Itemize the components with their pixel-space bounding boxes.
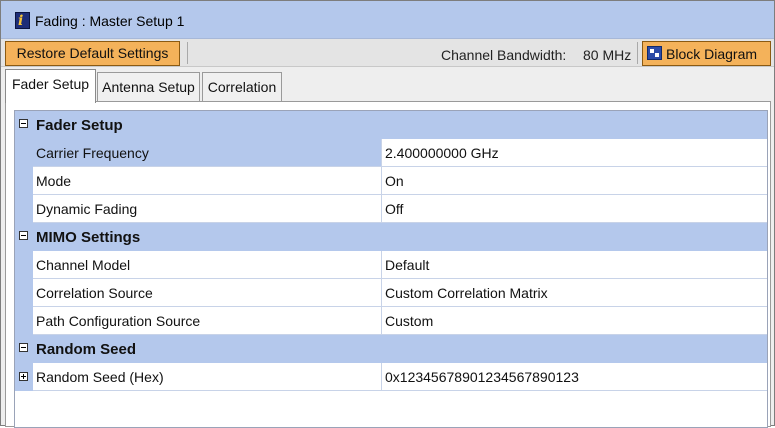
row-gutter [15, 139, 33, 167]
row-gutter [15, 279, 33, 307]
category-label: MIMO Settings [36, 229, 141, 246]
channel-bandwidth-label: Channel Bandwidth: [441, 47, 567, 63]
collapse-icon[interactable] [19, 343, 28, 352]
property-name: Path Configuration Source [33, 307, 382, 335]
property-value[interactable]: Custom Correlation Matrix [382, 279, 767, 307]
collapse-icon[interactable] [19, 119, 28, 128]
category-label: Fader Setup [36, 117, 123, 134]
tab-panel: Fader Setup Carrier Frequency 2.40000000… [5, 101, 771, 428]
toolbar-separator [637, 42, 638, 64]
tab-strip: Fader Setup Antenna Setup Correlation [1, 67, 774, 103]
expand-icon[interactable] [19, 372, 28, 381]
property-name: Mode [33, 167, 382, 195]
fading-window: i Fading : Master Setup 1 Restore Defaul… [0, 0, 775, 428]
property-row-carrier-frequency[interactable]: Carrier Frequency 2.400000000 GHz [15, 139, 767, 167]
property-value[interactable]: Custom [382, 307, 767, 335]
property-name: Channel Model [33, 251, 382, 279]
property-name: Correlation Source [33, 279, 382, 307]
toolbar-separator [187, 42, 188, 64]
property-row-random-seed-hex[interactable]: Random Seed (Hex) 0x12345678901234567890… [15, 363, 767, 391]
block-diagram-label: Block Diagram [666, 46, 758, 62]
property-value[interactable]: 0x12345678901234567890123 [382, 363, 767, 391]
category-fader-setup[interactable]: Fader Setup [15, 111, 767, 139]
property-row-correlation-source[interactable]: Correlation Source Custom Correlation Ma… [15, 279, 767, 307]
block-diagram-button[interactable]: Block Diagram [642, 41, 771, 66]
property-row-mode[interactable]: Mode On [15, 167, 767, 195]
title-bar: i Fading : Master Setup 1 [1, 1, 774, 39]
property-value[interactable]: On [382, 167, 767, 195]
property-name: Carrier Frequency [33, 139, 382, 167]
collapse-icon[interactable] [19, 231, 28, 240]
info-icon: i [15, 12, 30, 29]
row-gutter [15, 195, 33, 223]
block-diagram-icon [647, 46, 662, 60]
tab-correlation[interactable]: Correlation [202, 72, 282, 102]
property-name: Random Seed (Hex) [33, 363, 382, 391]
row-gutter [15, 251, 33, 279]
window-title: Fading : Master Setup 1 [35, 13, 185, 29]
property-row-dynamic-fading[interactable]: Dynamic Fading Off [15, 195, 767, 223]
property-value[interactable]: 2.400000000 GHz [382, 139, 767, 167]
property-name: Dynamic Fading [33, 195, 382, 223]
channel-bandwidth-value: 80 MHz [583, 47, 632, 63]
row-gutter [15, 167, 33, 195]
category-mimo-settings[interactable]: MIMO Settings [15, 223, 767, 251]
property-row-path-configuration-source[interactable]: Path Configuration Source Custom [15, 307, 767, 335]
property-grid: Fader Setup Carrier Frequency 2.40000000… [14, 110, 768, 428]
property-value[interactable]: Off [382, 195, 767, 223]
row-gutter [15, 307, 33, 335]
property-value[interactable]: Default [382, 251, 767, 279]
property-row-channel-model[interactable]: Channel Model Default [15, 251, 767, 279]
category-label: Random Seed [36, 341, 137, 358]
tab-fader-setup[interactable]: Fader Setup [5, 69, 96, 103]
toolbar: Restore Default Settings Channel Bandwid… [1, 39, 774, 67]
restore-default-settings-button[interactable]: Restore Default Settings [5, 41, 180, 66]
tab-antenna-setup[interactable]: Antenna Setup [97, 72, 200, 102]
category-random-seed[interactable]: Random Seed [15, 335, 767, 363]
